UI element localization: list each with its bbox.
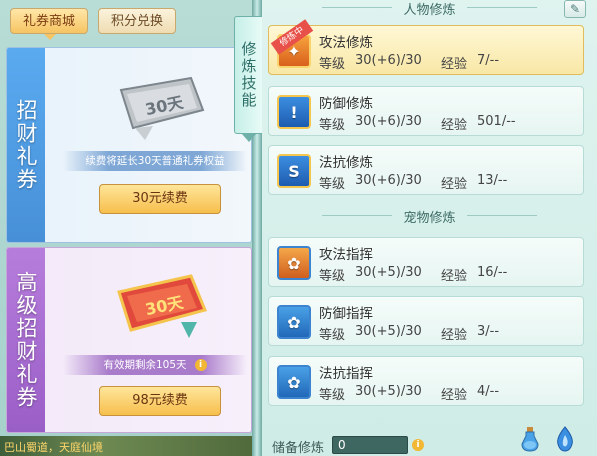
flame-icon[interactable] [554, 426, 576, 452]
section-title-character: 人物修炼 [262, 0, 597, 18]
resist-shield-icon: S [277, 154, 311, 188]
edit-icon[interactable]: ✎ [564, 0, 586, 18]
silver-ticket-icon: 30天 [119, 76, 205, 140]
level-label: 等级 [319, 177, 346, 192]
exp-label: 经验 [441, 269, 468, 284]
exp-value: 7/-- [477, 53, 500, 68]
cultivation-row-resist[interactable]: S 法抗修炼 等级 30(+6)/30 经验 13/-- [268, 145, 584, 195]
reserve-cultivation-field[interactable]: 0 [332, 436, 408, 454]
cultivation-row-pet-resist[interactable]: ✿ 法抗指挥 等级 30(+5)/30 经验 4/-- [268, 356, 584, 406]
paw-attack-icon: ✿ [277, 246, 311, 280]
level-label: 等级 [319, 118, 346, 133]
coupon-card-premium: 高级招财礼券 30天 有效期剩余105天 i 98元续费 [6, 247, 252, 433]
coupon-card-basic: 招财礼券 30天 续费将延长30天普通礼券权益 30元续费 [6, 47, 252, 243]
exp-label: 经验 [441, 328, 468, 343]
coupon-card-basic-title: 招财礼券 [7, 48, 45, 242]
section-title-pet-text: 宠物修炼 [403, 211, 456, 226]
level-value: 30(+5)/30 [355, 324, 422, 339]
row-name: 法抗指挥 [319, 366, 373, 382]
exp-label: 经验 [441, 118, 468, 133]
tab-points-exchange[interactable]: 积分兑换 [98, 8, 176, 34]
row-name: 防御指挥 [319, 306, 373, 322]
level-label: 等级 [319, 269, 346, 284]
coupon-card-basic-desc: 续费将延长30天普通礼券权益 [63, 151, 247, 171]
row-name: 攻法修炼 [319, 35, 373, 51]
row-name: 防御修炼 [319, 96, 373, 112]
level-value: 30(+6)/30 [355, 53, 422, 68]
coupon-card-premium-title: 高级招财礼券 [7, 248, 45, 432]
reserve-cultivation-label: 储备修炼 [272, 441, 325, 456]
section-title-pet: 宠物修炼 [262, 207, 597, 226]
section-title-character-text: 人物修炼 [403, 3, 456, 18]
premium-remaining-text: 有效期剩余105天 [103, 359, 187, 371]
level-value: 30(+5)/30 [355, 265, 422, 280]
exp-label: 经验 [441, 57, 468, 72]
exp-value: 16/-- [477, 265, 508, 280]
cultivation-row-pet-attack[interactable]: ✿ 攻法指挥 等级 30(+5)/30 经验 16/-- [268, 237, 584, 287]
tab-coupon-mall[interactable]: 礼券商城 [10, 8, 88, 34]
exp-value: 3/-- [477, 324, 500, 339]
level-value: 30(+5)/30 [355, 384, 422, 399]
renew-30-button[interactable]: 30元续费 [99, 184, 221, 214]
exp-value: 4/-- [477, 384, 500, 399]
info-icon[interactable]: i [194, 359, 207, 371]
tab-cultivation-skill[interactable]: 修炼技能 [234, 16, 264, 134]
paw-resist-icon: ✿ [277, 365, 311, 399]
gold-ticket-icon: 30天 [117, 274, 208, 338]
level-label: 等级 [319, 57, 346, 72]
active-tab-pointer [44, 34, 56, 40]
row-name: 法抗修炼 [319, 155, 373, 171]
defense-shield-icon: ! [277, 95, 311, 129]
exp-label: 经验 [441, 388, 468, 403]
cultivation-row-defense[interactable]: ! 防御修炼 等级 30(+6)/30 经验 501/-- [268, 86, 584, 136]
cultivation-row-attack[interactable]: ✦ 修炼中 攻法修炼 等级 30(+6)/30 经验 7/-- [268, 19, 584, 75]
exp-value: 501/-- [477, 114, 516, 129]
shop-panel: 礼券商城 积分兑换 招财礼券 30天 续费将延长30天普通礼券权益 30元续费 … [0, 0, 252, 456]
level-value: 30(+6)/30 [355, 173, 422, 188]
level-value: 30(+6)/30 [355, 114, 422, 129]
info-icon[interactable]: i [412, 439, 424, 451]
level-label: 等级 [319, 328, 346, 343]
level-label: 等级 [319, 388, 346, 403]
cultivation-panel: 人物修炼 ✎ ✦ 修炼中 攻法修炼 等级 30(+6)/30 经验 7/-- !… [262, 0, 597, 456]
skill-tab-pointer [242, 134, 256, 142]
renew-98-button[interactable]: 98元续费 [99, 386, 221, 416]
scene-text: 巴山蜀道，天庭仙境 [4, 441, 103, 454]
exp-label: 经验 [441, 177, 468, 192]
row-name: 攻法指挥 [319, 247, 373, 263]
coupon-card-premium-desc: 有效期剩余105天 i [63, 355, 247, 375]
exp-value: 13/-- [477, 173, 508, 188]
paw-defense-icon: ✿ [277, 305, 311, 339]
shop-tabbar: 礼券商城 积分兑换 [0, 0, 252, 42]
cultivation-row-pet-defense[interactable]: ✿ 防御指挥 等级 30(+5)/30 经验 3/-- [268, 296, 584, 346]
scene-strip: 巴山蜀道，天庭仙境 [0, 436, 252, 456]
potion-icon[interactable] [520, 426, 540, 452]
